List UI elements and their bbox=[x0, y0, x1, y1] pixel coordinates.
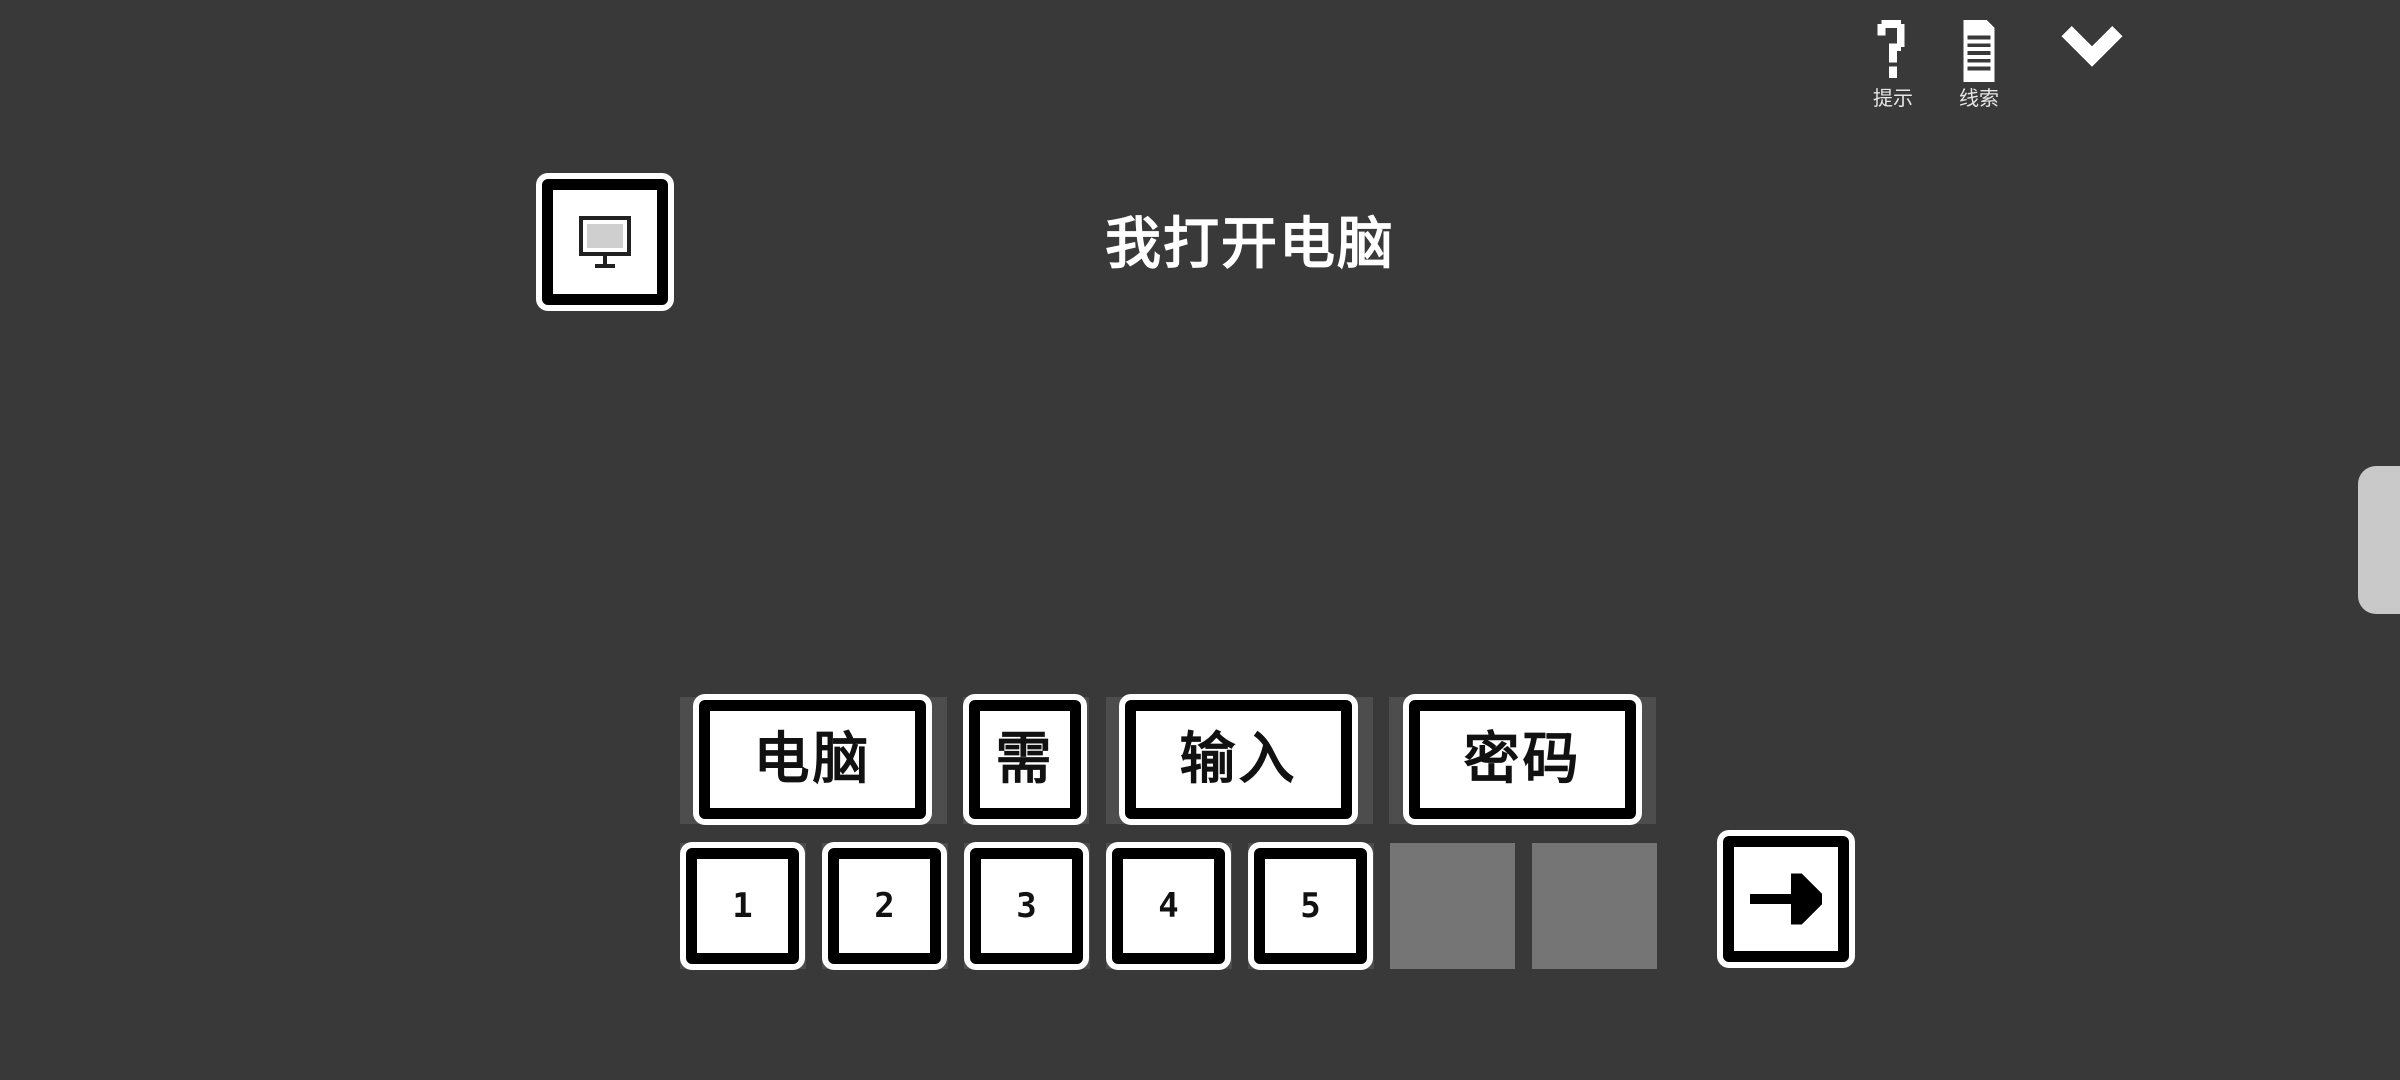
hint-label: 提示 bbox=[1873, 86, 1913, 110]
word-tile[interactable]: 电脑 bbox=[699, 700, 926, 819]
number-tile-label: 3 bbox=[1016, 886, 1037, 926]
clue-button[interactable]: 线索 bbox=[1939, 20, 2019, 120]
number-tile[interactable]: 4 bbox=[1112, 848, 1225, 964]
empty-slot[interactable] bbox=[1390, 843, 1515, 969]
number-tile[interactable]: 1 bbox=[686, 848, 799, 964]
number-tile[interactable]: 5 bbox=[1254, 848, 1367, 964]
number-tile-label: 2 bbox=[874, 886, 895, 926]
chevron-down-icon bbox=[2061, 26, 2123, 67]
word-tile-label: 密码 bbox=[1463, 726, 1582, 792]
word-tile[interactable]: 输入 bbox=[1125, 700, 1352, 819]
word-tile-label: 输入 bbox=[1179, 726, 1298, 792]
number-tile[interactable]: 3 bbox=[970, 848, 1083, 964]
empty-slot[interactable] bbox=[1532, 843, 1657, 969]
word-tile-label: 电脑 bbox=[753, 726, 872, 792]
number-tile-label: 4 bbox=[1158, 886, 1179, 926]
question-mark-icon bbox=[1877, 20, 1905, 79]
game-screen: 提示 线索 我打开电脑 电脑 需 输入 密码 1 2 3 4 5 bbox=[0, 0, 2400, 1080]
document-icon bbox=[1963, 20, 1995, 82]
word-tile[interactable]: 需 bbox=[969, 700, 1081, 819]
word-tile[interactable]: 密码 bbox=[1409, 700, 1636, 819]
number-tile[interactable]: 2 bbox=[828, 848, 941, 964]
number-tile-label: 1 bbox=[732, 886, 753, 926]
scene-item-computer[interactable] bbox=[542, 179, 668, 305]
word-tile-label: 需 bbox=[995, 726, 1055, 792]
hint-button[interactable]: 提示 bbox=[1853, 20, 1933, 120]
scene-title: 我打开电脑 bbox=[1105, 212, 1395, 277]
clue-label: 线索 bbox=[1959, 86, 1999, 110]
number-tile-label: 5 bbox=[1300, 886, 1321, 926]
side-drawer-tab[interactable] bbox=[2358, 466, 2400, 614]
collapse-button[interactable] bbox=[2052, 26, 2132, 126]
next-button[interactable] bbox=[1723, 836, 1849, 962]
computer-monitor-icon bbox=[579, 216, 631, 268]
arrow-right-icon bbox=[1750, 873, 1822, 925]
